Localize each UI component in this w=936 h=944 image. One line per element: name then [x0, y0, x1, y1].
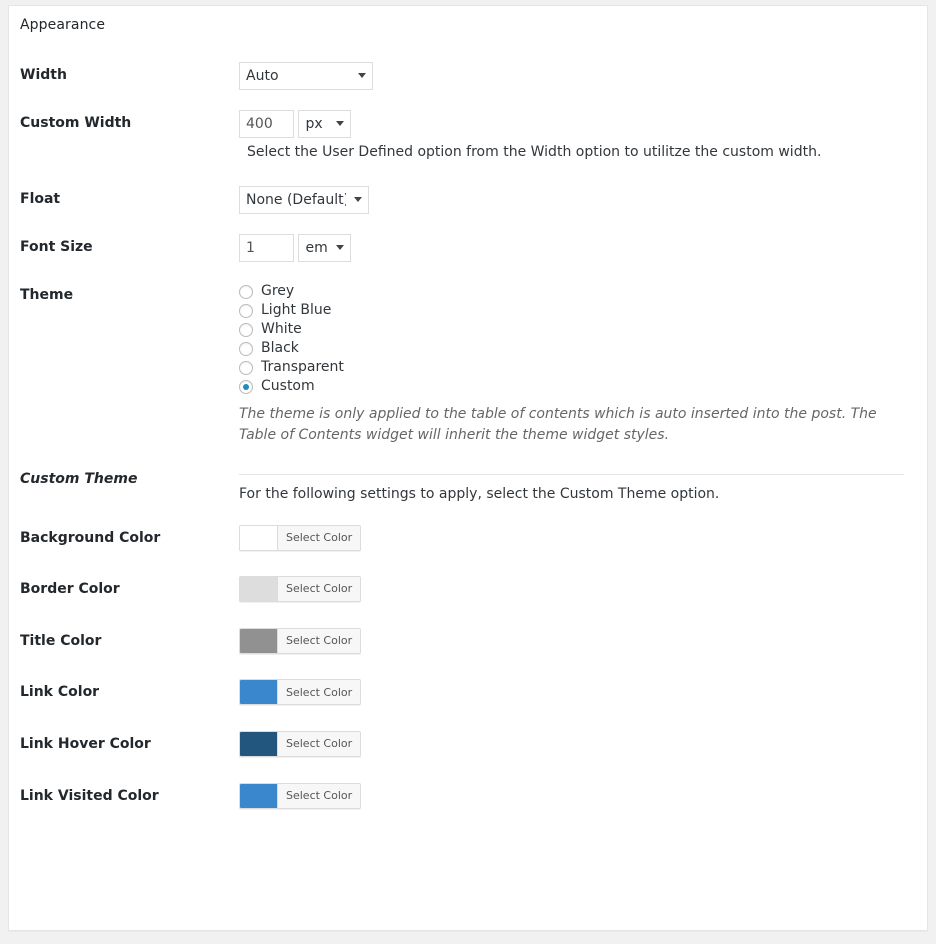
appearance-form-table: Width Auto Custom Width	[9, 52, 928, 824]
theme-radio-group[interactable]: GreyLight BlueWhiteBlackTransparentCusto…	[239, 282, 919, 396]
radio-checked-icon[interactable]	[239, 380, 253, 394]
color-setting-row: Background Color Select Color	[9, 515, 928, 567]
color-setting-row: Link Hover Color Select Color	[9, 721, 928, 773]
custom-theme-heading: Custom Theme	[9, 456, 239, 515]
theme-radio-label: Light Blue	[261, 301, 331, 321]
custom-width-description: Select the User Defined option from the …	[247, 138, 821, 166]
theme-radio-option[interactable]: White	[239, 320, 919, 339]
color-setting-row: Title Color Select Color	[9, 618, 928, 670]
color-setting-control: Select Color	[239, 721, 928, 773]
float-select[interactable]: None (Default)	[239, 186, 369, 214]
color-setting-label: Background Color	[9, 515, 239, 567]
form-row-theme: Theme GreyLight BlueWhiteBlackTransparen…	[9, 272, 928, 456]
form-row-float: Float None (Default)	[9, 176, 928, 224]
label-custom-width: Custom Width	[9, 100, 239, 176]
color-setting-control: Select Color	[239, 773, 928, 825]
theme-radio-option[interactable]: Transparent	[239, 358, 919, 377]
cell-width: Auto	[239, 52, 928, 100]
color-settings-rows: Background ColorSelect ColorBorder Color…	[9, 515, 928, 825]
color-setting-row: Border Color Select Color	[9, 566, 928, 618]
theme-radio-label: Custom	[261, 377, 315, 397]
section-divider	[239, 474, 904, 475]
cell-custom-width: px Select the User Defined option from t…	[239, 100, 928, 176]
select-color-button-label: Select Color	[278, 732, 360, 756]
select-color-button-label: Select Color	[278, 784, 360, 808]
form-row-font-size: Font Size em	[9, 224, 928, 272]
cell-float: None (Default)	[239, 176, 928, 224]
color-swatch[interactable]	[240, 784, 278, 808]
theme-radio-option[interactable]: Black	[239, 339, 919, 358]
color-swatch[interactable]	[240, 577, 278, 601]
custom-theme-lead: For the following settings to apply, sel…	[239, 485, 919, 505]
theme-radio-label: White	[261, 320, 302, 340]
custom-width-unit-select-wrap[interactable]: px	[298, 110, 351, 138]
color-setting-row: Link Color Select Color	[9, 669, 928, 721]
color-setting-control: Select Color	[239, 618, 928, 670]
color-setting-label: Link Visited Color	[9, 773, 239, 825]
theme-radio-option[interactable]: Grey	[239, 282, 919, 301]
color-swatch[interactable]	[240, 629, 278, 653]
select-color-button-label: Select Color	[278, 629, 360, 653]
appearance-settings-panel: Appearance Width Auto Custom Width	[8, 5, 928, 931]
select-color-button-label: Select Color	[278, 526, 360, 550]
form-row-width: Width Auto	[9, 52, 928, 100]
label-font-size: Font Size	[9, 224, 239, 272]
color-setting-control: Select Color	[239, 566, 928, 618]
select-color-button-label: Select Color	[278, 577, 360, 601]
radio-unchecked-icon[interactable]	[239, 304, 253, 318]
label-float: Float	[9, 176, 239, 224]
select-color-button[interactable]: Select Color	[239, 525, 361, 551]
label-width: Width	[9, 52, 239, 100]
theme-radio-option[interactable]: Custom	[239, 377, 919, 396]
form-row-custom-width: Custom Width px Select the User Defined …	[9, 100, 928, 176]
select-color-button[interactable]: Select Color	[239, 576, 361, 602]
font-size-unit-select[interactable]: em	[298, 234, 351, 262]
color-setting-control: Select Color	[239, 669, 928, 721]
color-setting-control: Select Color	[239, 515, 928, 567]
font-size-unit-select-wrap[interactable]: em	[298, 234, 351, 262]
color-setting-label: Link Color	[9, 669, 239, 721]
cell-custom-theme-lead: For the following settings to apply, sel…	[239, 456, 928, 515]
cell-font-size: em	[239, 224, 928, 272]
select-color-button[interactable]: Select Color	[239, 731, 361, 757]
color-setting-label: Link Hover Color	[9, 721, 239, 773]
width-select-wrap[interactable]: Auto	[239, 62, 373, 90]
radio-unchecked-icon[interactable]	[239, 342, 253, 356]
select-color-button[interactable]: Select Color	[239, 628, 361, 654]
color-setting-label: Border Color	[9, 566, 239, 618]
radio-unchecked-icon[interactable]	[239, 361, 253, 375]
radio-unchecked-icon[interactable]	[239, 323, 253, 337]
page-title: Appearance	[20, 17, 105, 33]
label-theme: Theme	[9, 272, 239, 456]
font-size-input[interactable]	[239, 234, 294, 262]
custom-width-unit-select[interactable]: px	[298, 110, 351, 138]
theme-radio-option[interactable]: Light Blue	[239, 301, 919, 320]
select-color-button[interactable]: Select Color	[239, 783, 361, 809]
theme-radio-label: Grey	[261, 282, 294, 302]
custom-width-input[interactable]	[239, 110, 294, 138]
width-select[interactable]: Auto	[239, 62, 373, 90]
theme-radio-label: Transparent	[261, 358, 344, 378]
color-swatch[interactable]	[240, 526, 278, 550]
float-select-wrap[interactable]: None (Default)	[239, 186, 369, 214]
select-color-button[interactable]: Select Color	[239, 679, 361, 705]
color-swatch[interactable]	[240, 732, 278, 756]
color-swatch[interactable]	[240, 680, 278, 704]
theme-radio-label: Black	[261, 339, 299, 359]
theme-note: The theme is only applied to the table o…	[239, 404, 909, 446]
color-setting-row: Link Visited Color Select Color	[9, 773, 928, 825]
color-setting-label: Title Color	[9, 618, 239, 670]
radio-unchecked-icon[interactable]	[239, 285, 253, 299]
select-color-button-label: Select Color	[278, 680, 360, 704]
cell-theme: GreyLight BlueWhiteBlackTransparentCusto…	[239, 272, 928, 456]
form-row-custom-theme-heading: Custom Theme For the following settings …	[9, 456, 928, 515]
